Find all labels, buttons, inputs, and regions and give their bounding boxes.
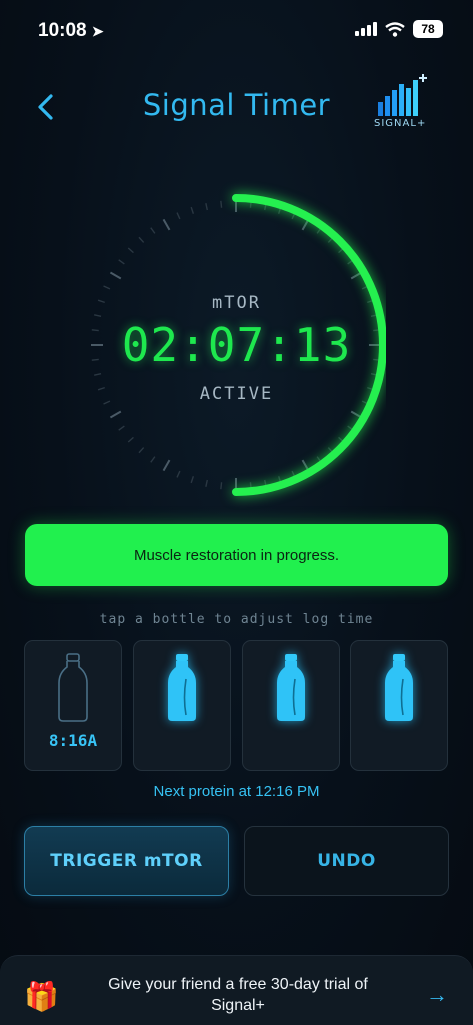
undo-button[interactable]: UNDO (244, 826, 449, 896)
gift-icon: 🎁 (24, 981, 59, 1012)
signal-bars-icon (378, 74, 427, 116)
status-banner-text: Muscle restoration in progress. (133, 546, 340, 564)
cellular-signal-icon (355, 22, 377, 36)
bottle-card-1[interactable]: 8:16A (24, 640, 122, 771)
status-icons: 78 (355, 20, 443, 38)
bottle-time: 8:16A (48, 731, 98, 750)
dial-tick (94, 373, 102, 376)
filled-bottle-icon (277, 654, 305, 721)
dial-tick (176, 212, 181, 220)
dial-tick (150, 456, 156, 463)
dial-tick (138, 447, 145, 454)
dial-tick (127, 247, 134, 254)
dial-tick (220, 200, 223, 208)
bottle-hint: tap a bottle to adjust log time (99, 612, 374, 627)
dial-tick (94, 314, 102, 317)
location-arrow-icon: ➤ (91, 23, 104, 39)
empty-bottle-icon (58, 653, 88, 722)
dial-tick (220, 482, 223, 490)
dial-tick (103, 285, 111, 290)
next-protein-text: Next protein at 12:16 PM (153, 783, 320, 800)
dial-tick (118, 425, 125, 431)
dial-tick (190, 206, 195, 214)
timer-label: mTOR (212, 293, 261, 313)
status-banner: Muscle restoration in progress. (25, 524, 448, 586)
filled-bottle-icon (168, 654, 196, 721)
status-time: 10:08 ➤ (38, 20, 104, 42)
dial-tick (162, 218, 171, 231)
dial-tick (205, 479, 208, 487)
timer-state: ACTIVE (199, 384, 274, 404)
dial-tick (118, 259, 125, 265)
dial-tick (190, 476, 195, 484)
dial-tick (150, 227, 156, 234)
referral-line-2: Signal+ (211, 997, 265, 1014)
dial-tick (162, 459, 171, 472)
dial-tick (138, 236, 145, 243)
arrow-right-icon[interactable]: → (426, 982, 448, 1008)
logo-text: SIGNAL+ (374, 118, 427, 129)
status-time-text: 10:08 (38, 20, 87, 41)
dial-tick (176, 470, 181, 478)
dial-tick (109, 271, 122, 280)
bottle-card-2[interactable] (133, 640, 231, 771)
trigger-mtor-button[interactable]: TRIGGER mTOR (24, 826, 229, 896)
referral-text: Give your friend a free 30-day trial of … (78, 974, 398, 1016)
dial-tick (127, 436, 134, 443)
bottle-card-3[interactable] (242, 640, 340, 771)
dial-tick (109, 410, 122, 419)
bottle-card-4[interactable] (350, 640, 448, 771)
dial-tick (205, 203, 208, 211)
filled-bottle-icon (385, 654, 413, 721)
referral-banner[interactable]: 🎁 Give your friend a free 30-day trial o… (0, 955, 473, 1025)
battery-indicator: 78 (413, 20, 443, 38)
timer-value: 02:07:13 (121, 318, 352, 372)
signal-logo: SIGNAL+ (370, 70, 440, 130)
wifi-icon (385, 21, 405, 37)
referral-line-1: Give your friend a free 30-day trial of (108, 976, 368, 993)
